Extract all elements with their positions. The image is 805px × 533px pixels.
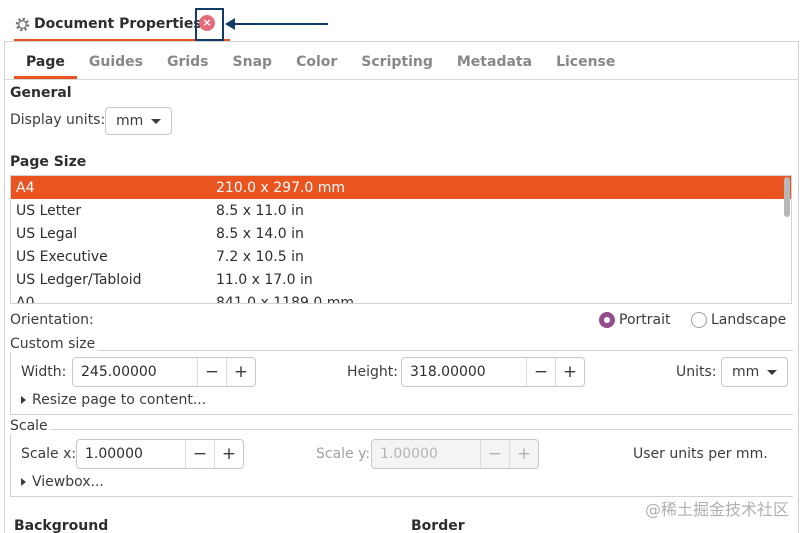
plus-icon: +: [509, 440, 538, 468]
gear-icon: [15, 17, 30, 31]
minus-icon[interactable]: −: [197, 358, 226, 386]
page-size-name: A0: [16, 294, 35, 304]
height-value[interactable]: 318.00000: [402, 358, 526, 386]
viewbox-label: Viewbox...: [32, 474, 104, 490]
page-size-row-us-executive[interactable]: US Executive 7.2 x 10.5 in: [11, 245, 791, 268]
tab-scripting[interactable]: Scripting: [349, 45, 445, 79]
scale-x-stepper[interactable]: 1.00000 − +: [76, 439, 244, 469]
resize-page-label: Resize page to content...: [32, 392, 207, 408]
page-size-heading: Page Size: [10, 154, 87, 170]
chevron-down-icon: [151, 118, 162, 124]
units-value: mm: [732, 364, 760, 380]
tab-grids[interactable]: Grids: [155, 45, 221, 79]
landscape-label[interactable]: Landscape: [711, 312, 786, 328]
orientation-label: Orientation:: [10, 312, 94, 328]
page-size-name: US Letter: [16, 202, 82, 219]
panel-title: Document Properties: [34, 16, 202, 32]
background-heading: Background: [14, 518, 109, 533]
expander-triangle-icon: [21, 478, 26, 486]
scale-x-label: Scale x:: [21, 446, 77, 462]
display-units-label: Display units:: [10, 112, 106, 128]
tab-guides[interactable]: Guides: [77, 45, 155, 79]
width-value[interactable]: 245.00000: [73, 358, 197, 386]
display-units-dropdown[interactable]: mm: [105, 107, 173, 135]
page-size-row-us-letter[interactable]: US Letter 8.5 x 11.0 in: [11, 199, 791, 222]
tab-color[interactable]: Color: [284, 45, 349, 79]
scale-heading: Scale: [10, 418, 50, 434]
landscape-radio[interactable]: [691, 312, 707, 328]
scale-x-value[interactable]: 1.00000: [77, 440, 185, 468]
width-stepper[interactable]: 245.00000 − +: [72, 357, 256, 387]
general-heading: General: [10, 85, 72, 101]
page-size-dimensions: 7.2 x 10.5 in: [216, 248, 304, 265]
height-stepper[interactable]: 318.00000 − +: [401, 357, 585, 387]
expander-triangle-icon: [21, 396, 26, 404]
panel-tab[interactable]: Document Properties: [14, 8, 230, 42]
tab-bar: Page Guides Grids Snap Color Scripting M…: [14, 45, 627, 79]
custom-size-heading: Custom size: [10, 336, 98, 352]
plus-icon[interactable]: +: [226, 358, 255, 386]
tab-snap[interactable]: Snap: [221, 45, 285, 79]
plus-icon[interactable]: +: [214, 440, 243, 468]
page-size-row-a4[interactable]: A4 210.0 x 297.0 mm: [11, 176, 791, 199]
width-label: Width:: [21, 364, 67, 380]
minus-icon[interactable]: −: [185, 440, 214, 468]
tab-license[interactable]: License: [544, 45, 627, 79]
display-units-value: mm: [116, 113, 144, 129]
portrait-radio[interactable]: [599, 312, 615, 328]
page-size-list[interactable]: A4 210.0 x 297.0 mm US Letter 8.5 x 11.0…: [10, 175, 792, 304]
scale-y-label: Scale y:: [316, 446, 371, 462]
minus-icon[interactable]: −: [526, 358, 555, 386]
page-size-dimensions: 841.0 x 1189.0 mm: [216, 294, 354, 304]
tab-page[interactable]: Page: [14, 45, 77, 79]
minus-icon: −: [480, 440, 509, 468]
page-size-dimensions: 11.0 x 17.0 in: [216, 271, 313, 288]
annotation-highlight-box: [195, 8, 224, 41]
watermark: @稀土掘金技术社区: [644, 500, 789, 519]
page-size-dimensions: 8.5 x 14.0 in: [216, 225, 304, 242]
page-size-name: US Executive: [16, 248, 108, 265]
page-size-row-us-legal[interactable]: US Legal 8.5 x 14.0 in: [11, 222, 791, 245]
page-size-name: A4: [16, 179, 35, 196]
units-label: Units:: [676, 364, 717, 380]
tab-metadata[interactable]: Metadata: [445, 45, 544, 79]
page-size-scrollbar[interactable]: [784, 177, 790, 217]
page-size-dimensions: 210.0 x 297.0 mm: [216, 179, 346, 196]
border-heading: Border: [411, 518, 465, 533]
units-dropdown[interactable]: mm: [721, 357, 789, 387]
tab-bar-divider: [5, 79, 799, 80]
portrait-label[interactable]: Portrait: [619, 312, 670, 328]
page-size-name: US Ledger/Tabloid: [16, 271, 142, 288]
annotation-arrow-line: [232, 23, 328, 25]
resize-page-expander[interactable]: Resize page to content...: [21, 392, 206, 408]
chevron-down-icon: [767, 369, 778, 375]
plus-icon[interactable]: +: [555, 358, 584, 386]
user-units-label: User units per mm.: [633, 446, 768, 462]
viewbox-expander[interactable]: Viewbox...: [21, 474, 104, 490]
page-size-row-a0[interactable]: A0 841.0 x 1189.0 mm: [11, 291, 791, 304]
page-size-name: US Legal: [16, 225, 78, 242]
page-size-dimensions: 8.5 x 11.0 in: [216, 202, 304, 219]
scale-y-stepper: 1.00000 − +: [371, 439, 539, 469]
page-size-row-us-ledger[interactable]: US Ledger/Tabloid 11.0 x 17.0 in: [11, 268, 791, 291]
height-label: Height:: [347, 364, 398, 380]
scale-y-value: 1.00000: [380, 446, 438, 462]
